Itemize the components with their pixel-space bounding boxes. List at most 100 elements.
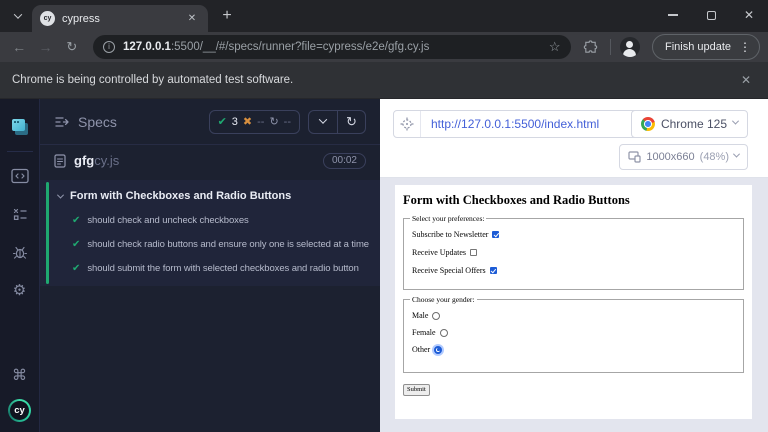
tab-title: cypress — [62, 13, 177, 25]
aut-iframe: Form with Checkboxes and Radio Buttons S… — [395, 185, 752, 419]
url-path: :5500/__/#/specs/runner?file=cypress/e2e… — [171, 41, 429, 53]
viewport-icon — [628, 151, 641, 163]
chevron-down-icon — [732, 118, 739, 125]
code-window-icon — [11, 168, 29, 184]
updates-checkbox[interactable] — [470, 249, 477, 256]
offers-checkbox[interactable] — [490, 267, 497, 274]
infobar-close-icon[interactable]: ✕ — [736, 70, 756, 90]
pending-count: -- — [284, 116, 291, 128]
url-text: 127.0.0.1:5500/__/#/specs/runner?file=cy… — [123, 41, 541, 53]
checkbox-label: Receive Updates — [412, 248, 466, 257]
pending-icon: ↻ — [269, 115, 278, 128]
submit-button[interactable]: Submit — [403, 384, 430, 396]
specs-panel: Specs ✔ 3 ✖ -- ↻ -- ↻ gfgcy.js 00:02 — [40, 99, 380, 432]
puzzle-icon — [583, 40, 598, 55]
cypress-favicon-icon: cy — [40, 11, 55, 26]
spec-file-row[interactable]: gfgcy.js 00:02 — [40, 145, 380, 176]
command-icon: ⌘ — [12, 368, 27, 383]
spec-file-icon — [54, 154, 66, 168]
site-info-icon[interactable]: i — [103, 41, 115, 53]
extensions-button[interactable] — [581, 36, 601, 58]
radio-label: Other — [412, 345, 430, 354]
sidebar-item-runs[interactable] — [6, 200, 34, 228]
infobar-message: Chrome is being controlled by automated … — [12, 74, 736, 86]
bug-icon — [12, 244, 28, 260]
gear-icon: ⚙ — [13, 283, 26, 298]
test-row[interactable]: ✔ should check and uncheck checkboxes — [40, 208, 380, 232]
browser-selector[interactable]: Chrome 125 — [631, 110, 748, 138]
other-radio[interactable] — [434, 346, 442, 354]
test-passed-icon: ✔ — [72, 215, 80, 226]
test-passed-icon: ✔ — [72, 263, 80, 274]
test-row[interactable]: ✔ should check radio buttons and ensure … — [40, 232, 380, 256]
run-stats: ✔ 3 ✖ -- ↻ -- — [209, 110, 300, 134]
finish-update-button[interactable]: Finish update ⋮ — [652, 34, 760, 60]
collapse-sidebar-icon[interactable] — [54, 115, 70, 129]
female-radio[interactable] — [440, 329, 448, 337]
collapse-all-button[interactable] — [309, 111, 337, 133]
checklist-icon — [12, 207, 28, 222]
selector-playground-button[interactable] — [394, 111, 421, 137]
specs-panel-title: Specs — [78, 114, 201, 130]
window-controls: ✕ — [654, 0, 768, 32]
test-row[interactable]: ✔ should submit the form with selected c… — [40, 256, 380, 280]
cypress-logo[interactable]: cy — [8, 399, 31, 422]
back-button[interactable]: ← — [8, 35, 30, 59]
titlebar: cy cypress ✕ + ✕ — [0, 0, 768, 32]
menu-kebab-icon[interactable]: ⋮ — [735, 40, 755, 54]
close-window-button[interactable]: ✕ — [730, 0, 768, 30]
chevron-down-icon — [14, 10, 22, 18]
automation-infobar: Chrome is being controlled by automated … — [0, 62, 768, 99]
chrome-window: cy cypress ✕ + ✕ ← → ↻ i 127.0.0.1:5500/… — [0, 0, 768, 432]
test-passed-icon: ✔ — [72, 239, 80, 250]
minimize-button[interactable] — [654, 0, 692, 30]
keyboard-shortcuts-button[interactable]: ⌘ — [6, 361, 34, 389]
sidebar-item-debug[interactable] — [6, 238, 34, 266]
tab-close-icon[interactable]: ✕ — [184, 11, 200, 27]
preferences-fieldset: Select your preferences: Subscribe to Ne… — [403, 214, 744, 290]
browser-toolbar: ← → ↻ i 127.0.0.1:5500/__/#/specs/runner… — [0, 32, 768, 62]
runner-sidebar: ⚙ ⌘ cy — [0, 99, 40, 432]
browser-name: Chrome 125 — [661, 117, 727, 131]
gender-fieldset: Choose your gender: Male Female Other — [403, 295, 744, 373]
aut-url-text[interactable]: http://127.0.0.1:5500/index.html — [421, 111, 640, 137]
spec-file-ext: cy.js — [94, 153, 119, 168]
sidebar-item-specs[interactable] — [6, 113, 34, 141]
radio-row: Male — [412, 311, 737, 320]
address-bar[interactable]: i 127.0.0.1:5500/__/#/specs/runner?file=… — [93, 35, 571, 59]
sidebar-item-settings[interactable]: ⚙ — [6, 276, 34, 304]
test-title: should check and uncheck checkboxes — [87, 215, 248, 226]
viewport-scale: (48%) — [700, 151, 729, 163]
viewport-size: 1000x660 — [646, 151, 694, 163]
gender-legend: Choose your gender: — [410, 295, 477, 304]
male-radio[interactable] — [432, 312, 440, 320]
forward-button[interactable]: → — [34, 35, 56, 59]
specs-icon — [11, 119, 29, 136]
sidebar-item-browser[interactable] — [6, 162, 34, 190]
viewport-selector[interactable]: 1000x660 (48%) — [619, 144, 748, 170]
suite-header[interactable]: Form with Checkboxes and Radio Buttons — [40, 184, 380, 208]
rerun-button[interactable]: ↻ — [337, 111, 365, 133]
tab-search-button[interactable] — [6, 4, 30, 28]
finish-update-label: Finish update — [665, 41, 731, 53]
crosshair-icon — [400, 117, 414, 131]
spec-file-name: gfgcy.js — [74, 153, 119, 168]
test-title: should submit the form with selected che… — [87, 263, 358, 274]
checkbox-row: Receive Special Offers — [412, 266, 737, 275]
aut-header: http://127.0.0.1:5500/index.html Chrome … — [380, 99, 768, 178]
profile-avatar[interactable] — [620, 37, 640, 57]
checkbox-row: Subscribe to Newsletter — [412, 230, 737, 239]
failed-icon: ✖ — [243, 115, 252, 128]
reload-button[interactable]: ↻ — [61, 35, 83, 59]
preferences-legend: Select your preferences: — [410, 214, 486, 223]
browser-tab-cypress[interactable]: cy cypress ✕ — [32, 5, 208, 32]
checkbox-label: Subscribe to Newsletter — [412, 230, 488, 239]
failed-count: -- — [257, 116, 264, 128]
bookmark-star-icon[interactable]: ☆ — [549, 39, 561, 55]
sidebar-divider — [7, 151, 33, 152]
maximize-icon — [707, 11, 716, 20]
maximize-button[interactable] — [692, 0, 730, 30]
minimize-icon — [668, 14, 678, 16]
new-tab-button[interactable]: + — [214, 3, 240, 29]
newsletter-checkbox[interactable] — [492, 231, 499, 238]
